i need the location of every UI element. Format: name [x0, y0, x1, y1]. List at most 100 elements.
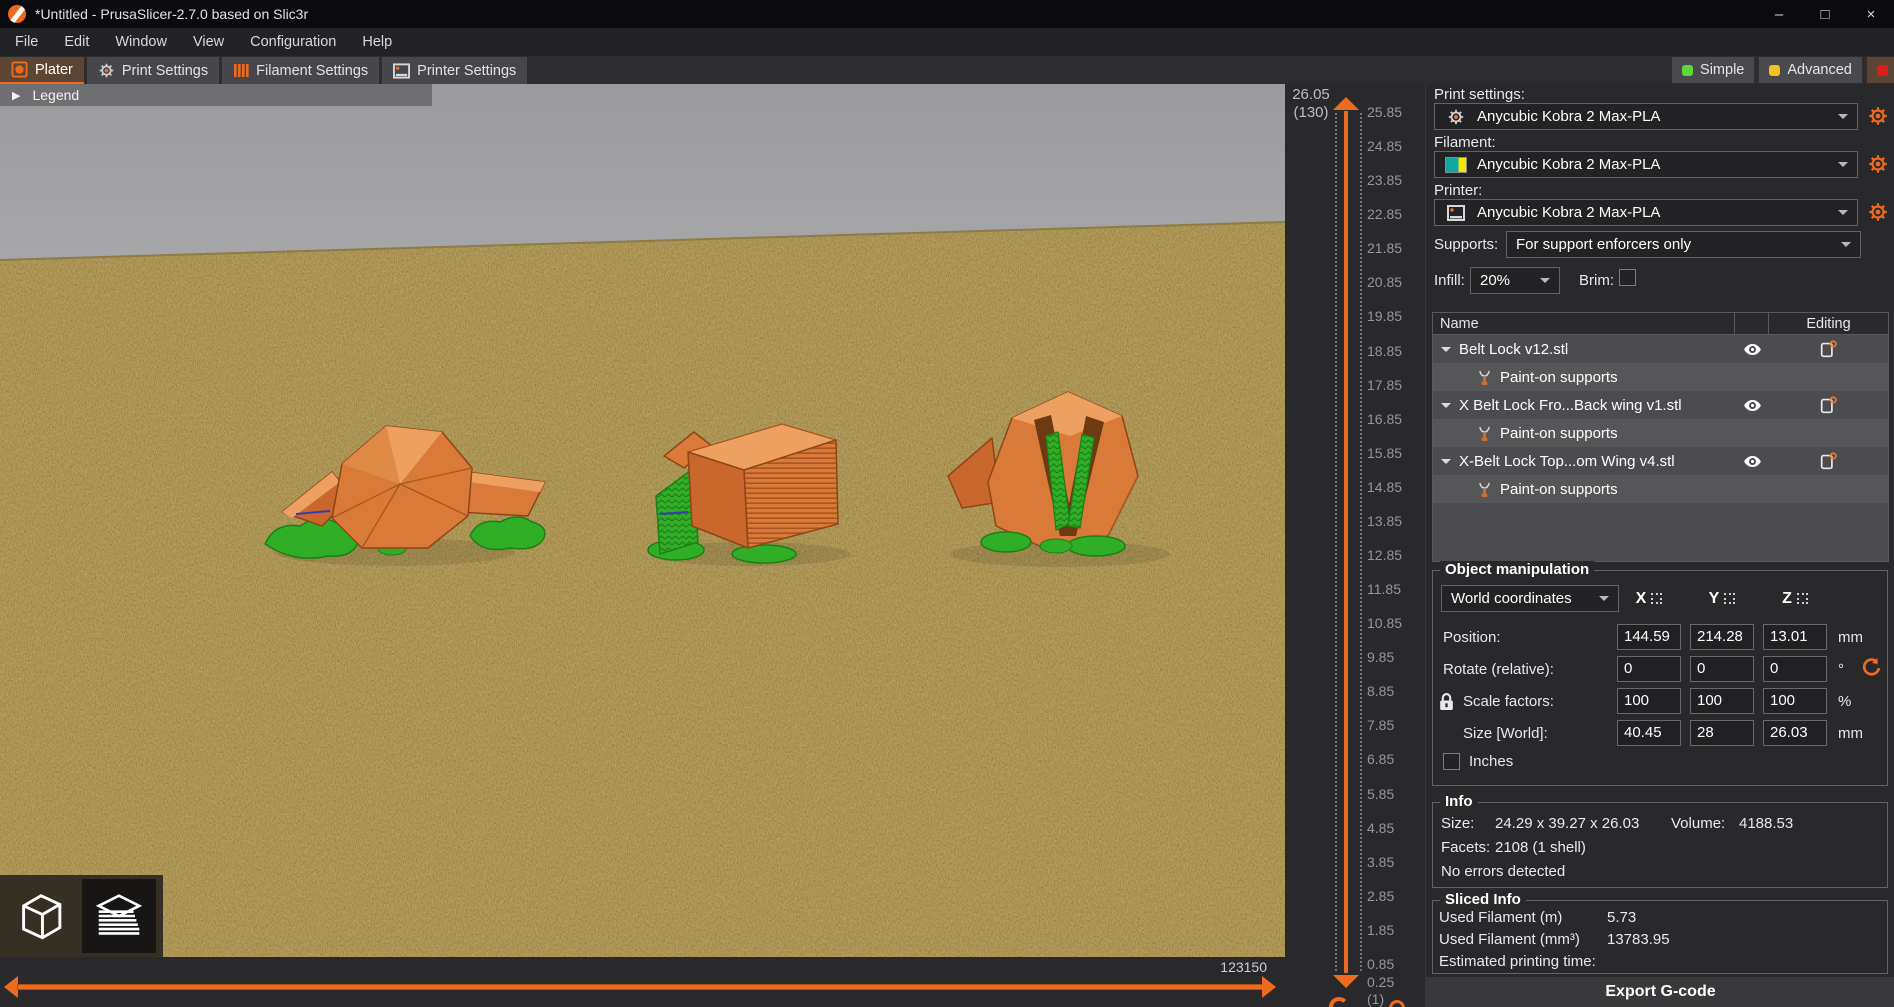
filament-select[interactable]: Anycubic Kobra 2 Max-PLA: [1434, 151, 1858, 178]
slider-left-arrow-icon[interactable]: [4, 976, 18, 998]
reset-rotation-button[interactable]: [1861, 657, 1882, 682]
printable-toggle[interactable]: [1769, 451, 1888, 471]
z-value-field[interactable]: 0: [1763, 656, 1827, 682]
z-value-field[interactable]: 26.03: [1763, 720, 1827, 746]
printable-toggle[interactable]: [1769, 395, 1888, 415]
object-list-row[interactable]: Paint-on supports: [1433, 419, 1888, 447]
print-settings-select[interactable]: Anycubic Kobra 2 Max-PLA: [1434, 103, 1858, 130]
mode-expert-button[interactable]: Expert: [1866, 57, 1894, 83]
gcode-move-slider-bar: 123150: [0, 957, 1285, 1007]
sliced-view-button[interactable]: [82, 879, 156, 953]
editing-column-header[interactable]: Editing: [1769, 313, 1888, 334]
legend-collapsed-panel[interactable]: ▶ Legend: [0, 84, 432, 106]
object-list-row[interactable]: X Belt Lock Fro...Back wing v1.stl: [1433, 391, 1888, 419]
tab-print-settings[interactable]: Print Settings: [86, 57, 220, 84]
viewport-scene: [0, 84, 1285, 957]
menu-item[interactable]: View: [180, 28, 237, 56]
printer-select[interactable]: Anycubic Kobra 2 Max-PLA: [1434, 199, 1858, 226]
x-value-field[interactable]: 144.59: [1617, 624, 1681, 650]
close-button[interactable]: ×: [1848, 0, 1894, 28]
object-list-row[interactable]: X-Belt Lock Top...om Wing v4.stl: [1433, 447, 1888, 475]
3d-view-button[interactable]: [4, 879, 78, 953]
object-list-row[interactable]: Paint-on supports: [1433, 475, 1888, 503]
x-value-field[interactable]: 100: [1617, 688, 1681, 714]
menu-item[interactable]: Edit: [51, 28, 102, 56]
edit-printer-button[interactable]: [1867, 201, 1889, 223]
y-value-field[interactable]: 28: [1690, 720, 1754, 746]
y-value-field[interactable]: 0: [1690, 656, 1754, 682]
menu-item[interactable]: Help: [349, 28, 405, 56]
manipulation-row: Scale factors: 100 100 100 %: [1433, 685, 1889, 717]
manipulation-row: Rotate (relative): 0 0 0 °: [1433, 653, 1889, 685]
tab-label: Filament Settings: [256, 62, 369, 79]
minimize-button[interactable]: –: [1756, 0, 1802, 28]
brim-checkbox[interactable]: [1619, 269, 1636, 286]
sliced-info-label: Used Filament (mm³): [1439, 931, 1580, 948]
layer-slider-top-handle[interactable]: [1333, 97, 1359, 110]
object-list-header: Name Editing: [1433, 313, 1888, 335]
eye-icon: [1743, 399, 1761, 411]
filament-color-swatch-icon: [1435, 156, 1477, 173]
menu-item[interactable]: File: [2, 28, 51, 56]
x-value-field[interactable]: 40.45: [1617, 720, 1681, 746]
object-list-row[interactable]: Paint-on supports: [1433, 363, 1888, 391]
supports-select[interactable]: For support enforcers only: [1506, 231, 1861, 258]
y-value-field[interactable]: 100: [1690, 688, 1754, 714]
visibility-toggle[interactable]: [1735, 342, 1769, 357]
layer-slider-bottom-handle[interactable]: [1333, 975, 1359, 988]
filament-label: Filament:: [1434, 134, 1496, 151]
chevron-down-icon: [1841, 242, 1851, 252]
manipulation-label: Size [World]:: [1463, 724, 1548, 742]
collapse-chevron-icon[interactable]: [1441, 346, 1451, 357]
mode-advanced-button[interactable]: Advanced: [1759, 57, 1862, 83]
title-bar: *Untitled - PrusaSlicer-2.7.0 based on S…: [0, 0, 1894, 28]
gear-icon: [1435, 108, 1477, 126]
x-value-field[interactable]: 0: [1617, 656, 1681, 682]
maximize-button[interactable]: □: [1802, 0, 1848, 28]
horizontal-slider-track[interactable]: [18, 985, 1262, 989]
printable-toggle[interactable]: [1769, 339, 1888, 359]
menu-item[interactable]: Configuration: [237, 28, 349, 56]
tab-printer-settings[interactable]: Printer Settings: [382, 57, 528, 84]
object-list-row[interactable]: Belt Lock v12.stl: [1433, 335, 1888, 363]
window-title: *Untitled - PrusaSlicer-2.7.0 based on S…: [35, 6, 309, 22]
z-value-field[interactable]: 13.01: [1763, 624, 1827, 650]
axis-x-icon[interactable]: [1651, 593, 1663, 604]
printer-icon: [1435, 204, 1477, 221]
slider-right-arrow-icon[interactable]: [1262, 976, 1276, 998]
3d-viewport[interactable]: ▶ Legend: [0, 84, 1285, 957]
tick-label: 23.85: [1367, 172, 1403, 189]
edit-filament-button[interactable]: [1867, 153, 1889, 175]
axis-y-icon[interactable]: [1724, 593, 1736, 604]
tick-label: 17.85: [1367, 376, 1403, 393]
slider-settings-gear-icon[interactable]: [1389, 1000, 1405, 1007]
export-gcode-button[interactable]: Export G-code: [1426, 977, 1894, 1007]
object-manipulation-title: Object manipulation: [1440, 561, 1595, 578]
plater-icon: [11, 61, 28, 78]
name-column-header[interactable]: Name: [1433, 313, 1735, 334]
tab-plater[interactable]: Plater: [0, 57, 84, 84]
unit-label: mm: [1838, 724, 1863, 742]
collapse-chevron-icon[interactable]: [1441, 402, 1451, 413]
gcode-viewer-icon[interactable]: [1329, 997, 1349, 1007]
edit-print-settings-button[interactable]: [1867, 105, 1889, 127]
sliced-info-label: Estimated printing time:: [1439, 953, 1596, 970]
tick-label: 7.85: [1367, 717, 1395, 734]
eye-icon: [1743, 455, 1761, 467]
volume-value: 4188.53: [1739, 815, 1794, 832]
mode-simple-button[interactable]: Simple: [1672, 57, 1755, 83]
visibility-column-header[interactable]: [1735, 313, 1769, 334]
z-value-field[interactable]: 100: [1763, 688, 1827, 714]
menu-item[interactable]: Window: [102, 28, 180, 56]
layer-slider-track[interactable]: [1344, 111, 1348, 973]
inches-checkbox[interactable]: [1443, 753, 1460, 770]
axis-z-icon[interactable]: [1796, 593, 1808, 604]
y-value-field[interactable]: 214.28: [1690, 624, 1754, 650]
infill-select[interactable]: 20%: [1470, 267, 1560, 294]
tab-filament-settings[interactable]: Filament Settings: [222, 57, 380, 84]
manipulation-label: Rotate (relative):: [1443, 660, 1554, 678]
visibility-toggle[interactable]: [1735, 454, 1769, 469]
visibility-toggle[interactable]: [1735, 398, 1769, 413]
uniform-scale-lock-icon[interactable]: [1439, 692, 1454, 715]
collapse-chevron-icon[interactable]: [1441, 458, 1451, 469]
